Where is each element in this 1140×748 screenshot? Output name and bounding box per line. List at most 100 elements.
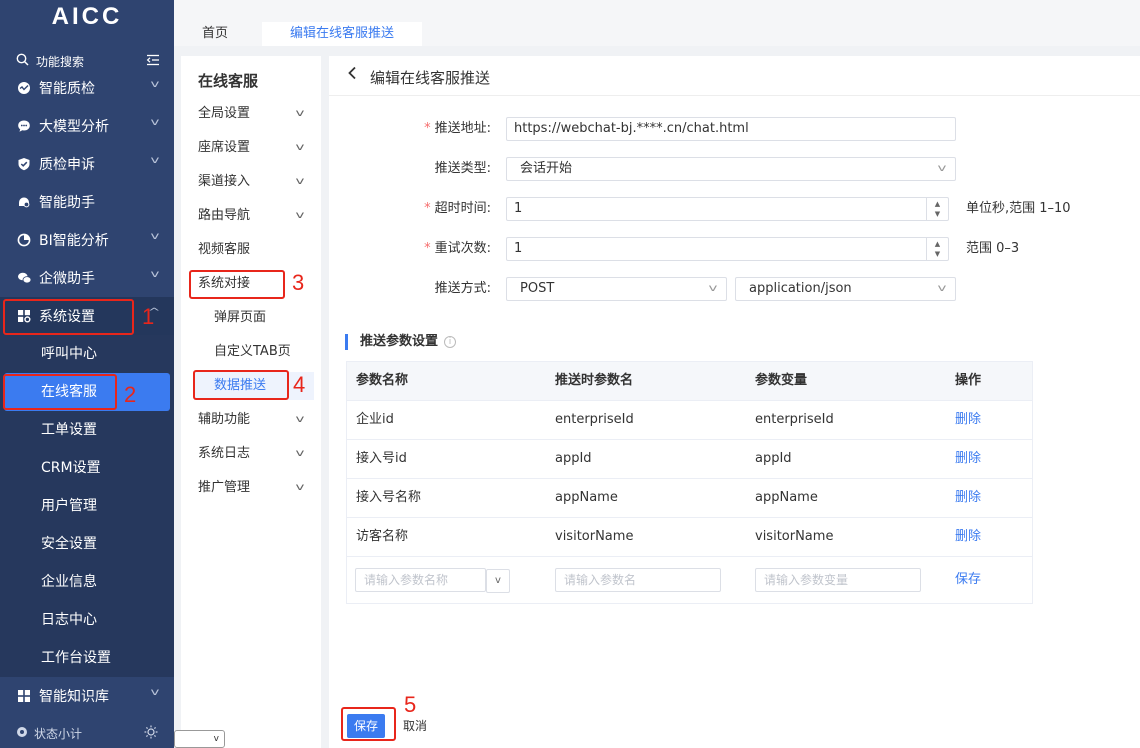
form-row-timeout: * 超时时间: — [329, 197, 491, 221]
sidebar-sub-log-center[interactable]: 日志中心 — [0, 601, 174, 639]
feature-search-label: 功能搜索 — [36, 54, 85, 69]
stepper-arrows-icon[interactable]: ▲ ▼ — [926, 238, 948, 260]
sidebar-sub-company-info[interactable]: 企业信息 — [0, 563, 174, 601]
submenu-item-popup-page[interactable]: 弹屏页面 — [181, 304, 321, 332]
param-name: 接入号名称 — [356, 490, 422, 505]
sidebar-sub-crm-settings[interactable]: CRM设置 — [0, 449, 174, 487]
required-mark: * — [424, 201, 431, 216]
sidebar-item-wecom-assistant[interactable]: 企微助手 v — [0, 259, 174, 297]
annotation-box-3 — [189, 270, 285, 299]
submenu-item-global-settings[interactable]: 全局设置 v — [181, 100, 321, 128]
page-header: 编辑在线客服推送 — [329, 56, 1140, 96]
delete-link[interactable]: 删除 — [955, 479, 981, 517]
chevron-down-icon[interactable]: v — [174, 730, 225, 748]
tab-home[interactable]: 首页 — [174, 22, 256, 46]
param-push-name: enterpriseId — [555, 412, 634, 427]
submenu-item-label: 路由导航 — [198, 208, 251, 223]
table-header: 参数名称 推送时参数名 参数变量 操作 — [347, 362, 1032, 401]
submenu-item-custom-tab[interactable]: 自定义TAB页 — [181, 338, 321, 366]
chevron-down-icon: v — [295, 482, 305, 493]
table-row: 访客名称 visitorName visitorName 删除 — [347, 518, 1032, 557]
chevron-down-icon: v — [295, 448, 305, 459]
sidebar-item-knowledge-base[interactable]: 智能知识库 v — [0, 677, 174, 715]
type-label: 推送类型: — [434, 161, 491, 176]
param-variable-input[interactable]: 请输入参数变量 — [755, 568, 921, 592]
chevron-down-icon: v — [295, 414, 305, 425]
sidebar-sub-ticket-settings[interactable]: 工单设置 — [0, 411, 174, 449]
timeout-label: * 超时时间: — [424, 197, 491, 221]
chevron-down-icon: v — [150, 231, 160, 242]
submenu-item-promotion[interactable]: 推广管理 v — [181, 474, 321, 502]
chevron-down-icon: v — [937, 283, 947, 294]
submenu-item-system-log[interactable]: 系统日志 v — [181, 440, 321, 468]
annotation-box-1 — [3, 299, 134, 335]
assistant-icon — [16, 194, 32, 210]
sidebar-sub-security-settings[interactable]: 安全设置 — [0, 525, 174, 563]
collapse-menu-icon[interactable] — [146, 54, 160, 69]
submenu-item-video-service[interactable]: 视频客服 — [181, 236, 321, 264]
param-push-name: visitorName — [555, 529, 634, 544]
param-name-input[interactable]: 请输入参数名称 — [355, 568, 486, 592]
sidebar-item-llm-analysis[interactable]: 大模型分析 v — [0, 107, 174, 145]
push-param-name-input[interactable]: 请输入参数名 — [555, 568, 721, 592]
sidebar-item-assistant[interactable]: 智能助手 — [0, 183, 174, 221]
tab-edit-push[interactable]: 编辑在线客服推送 — [262, 22, 423, 46]
submenu-item-label: 渠道接入 — [198, 174, 251, 189]
submenu-item-seat-settings[interactable]: 座席设置 v — [181, 134, 321, 162]
theme-sun-icon[interactable] — [144, 725, 158, 742]
submenu-item-label: 全局设置 — [198, 106, 251, 121]
push-type-select[interactable]: 会话开始 v — [506, 157, 956, 181]
delete-link[interactable]: 删除 — [955, 440, 981, 478]
content-type-select[interactable]: application/json v — [735, 277, 956, 301]
tab-bar: 首页 编辑在线客服推送 — [174, 0, 1140, 46]
annotation-box-4 — [193, 370, 289, 400]
retry-label-text: 重试次数: — [434, 241, 491, 256]
save-row-link[interactable]: 保存 — [955, 561, 981, 599]
sidebar-item-label: 智能质检 — [39, 81, 95, 97]
delete-link[interactable]: 删除 — [955, 518, 981, 556]
main-panel: 编辑在线客服推送 * 推送地址: https://webchat-bj.****.… — [329, 56, 1140, 748]
chevron-down-icon[interactable]: v — [486, 569, 510, 593]
form-row-type: 推送类型: — [329, 157, 491, 181]
table-row: 接入号id appId appId 删除 — [347, 440, 1032, 479]
submenu-title: 在线客服 — [198, 72, 259, 90]
quality-check-icon — [16, 80, 32, 96]
sidebar-item-appeal[interactable]: 质检申诉 v — [0, 145, 174, 183]
delete-link[interactable]: 删除 — [955, 401, 981, 439]
url-label: * 推送地址: — [424, 117, 491, 141]
push-method-select[interactable]: POST v — [506, 277, 727, 301]
stepper-arrows-icon[interactable]: ▲ ▼ — [926, 198, 948, 220]
sidebar-sub-user-management[interactable]: 用户管理 — [0, 487, 174, 525]
push-url-input[interactable]: https://webchat-bj.****.cn/chat.html — [506, 117, 956, 141]
section-title-text: 推送参数设置 — [360, 334, 439, 349]
param-variable: enterpriseId — [755, 412, 834, 427]
column-header: 操作 — [955, 373, 982, 388]
param-variable: visitorName — [755, 529, 834, 544]
timeout-stepper[interactable]: 1 ▲ ▼ — [506, 197, 949, 221]
sidebar-item-bi-analysis[interactable]: BI智能分析 v — [0, 221, 174, 259]
retry-stepper[interactable]: 1 ▲ ▼ — [506, 237, 949, 261]
sidebar-item-label: 智能助手 — [39, 195, 95, 211]
sidebar-item-quality-check[interactable]: 智能质检 v — [0, 69, 174, 107]
status-summary-label[interactable]: 状态小计 — [34, 725, 144, 742]
params-table: 参数名称 推送时参数名 参数变量 操作 企业id enterpriseId en… — [346, 361, 1033, 604]
annotation-number-4: 4 — [293, 372, 306, 397]
submenu-item-auxiliary[interactable]: 辅助功能 v — [181, 406, 321, 434]
chevron-down-icon: v — [150, 269, 160, 280]
sidebar-sub-call-center[interactable]: 呼叫中心 — [0, 335, 174, 373]
table-row: 接入号名称 appName appName 删除 — [347, 479, 1032, 518]
submenu-item-routing[interactable]: 路由导航 v — [181, 202, 321, 230]
annotation-box-5 — [341, 707, 396, 741]
form-row-retry: * 重试次数: — [329, 237, 491, 261]
param-name: 企业id — [356, 412, 394, 427]
chevron-down-icon: v — [708, 283, 718, 294]
online-service-menu: 在线客服 全局设置 v 座席设置 v 渠道接入 v 路由导航 v 视频客服 系统对接 弹… — [181, 56, 321, 748]
sidebar-sub-workbench-settings[interactable]: 工作台设置 — [0, 639, 174, 677]
sidebar-item-label: 企微助手 — [39, 271, 95, 287]
back-arrow-icon[interactable] — [347, 65, 357, 84]
column-header: 推送时参数名 — [555, 373, 634, 388]
submenu-item-channel-access[interactable]: 渠道接入 v — [181, 168, 321, 196]
search-icon — [16, 53, 32, 69]
timeout-hint: 单位秒,范围 1–10 — [966, 201, 1071, 216]
info-icon[interactable]: i — [444, 336, 457, 348]
